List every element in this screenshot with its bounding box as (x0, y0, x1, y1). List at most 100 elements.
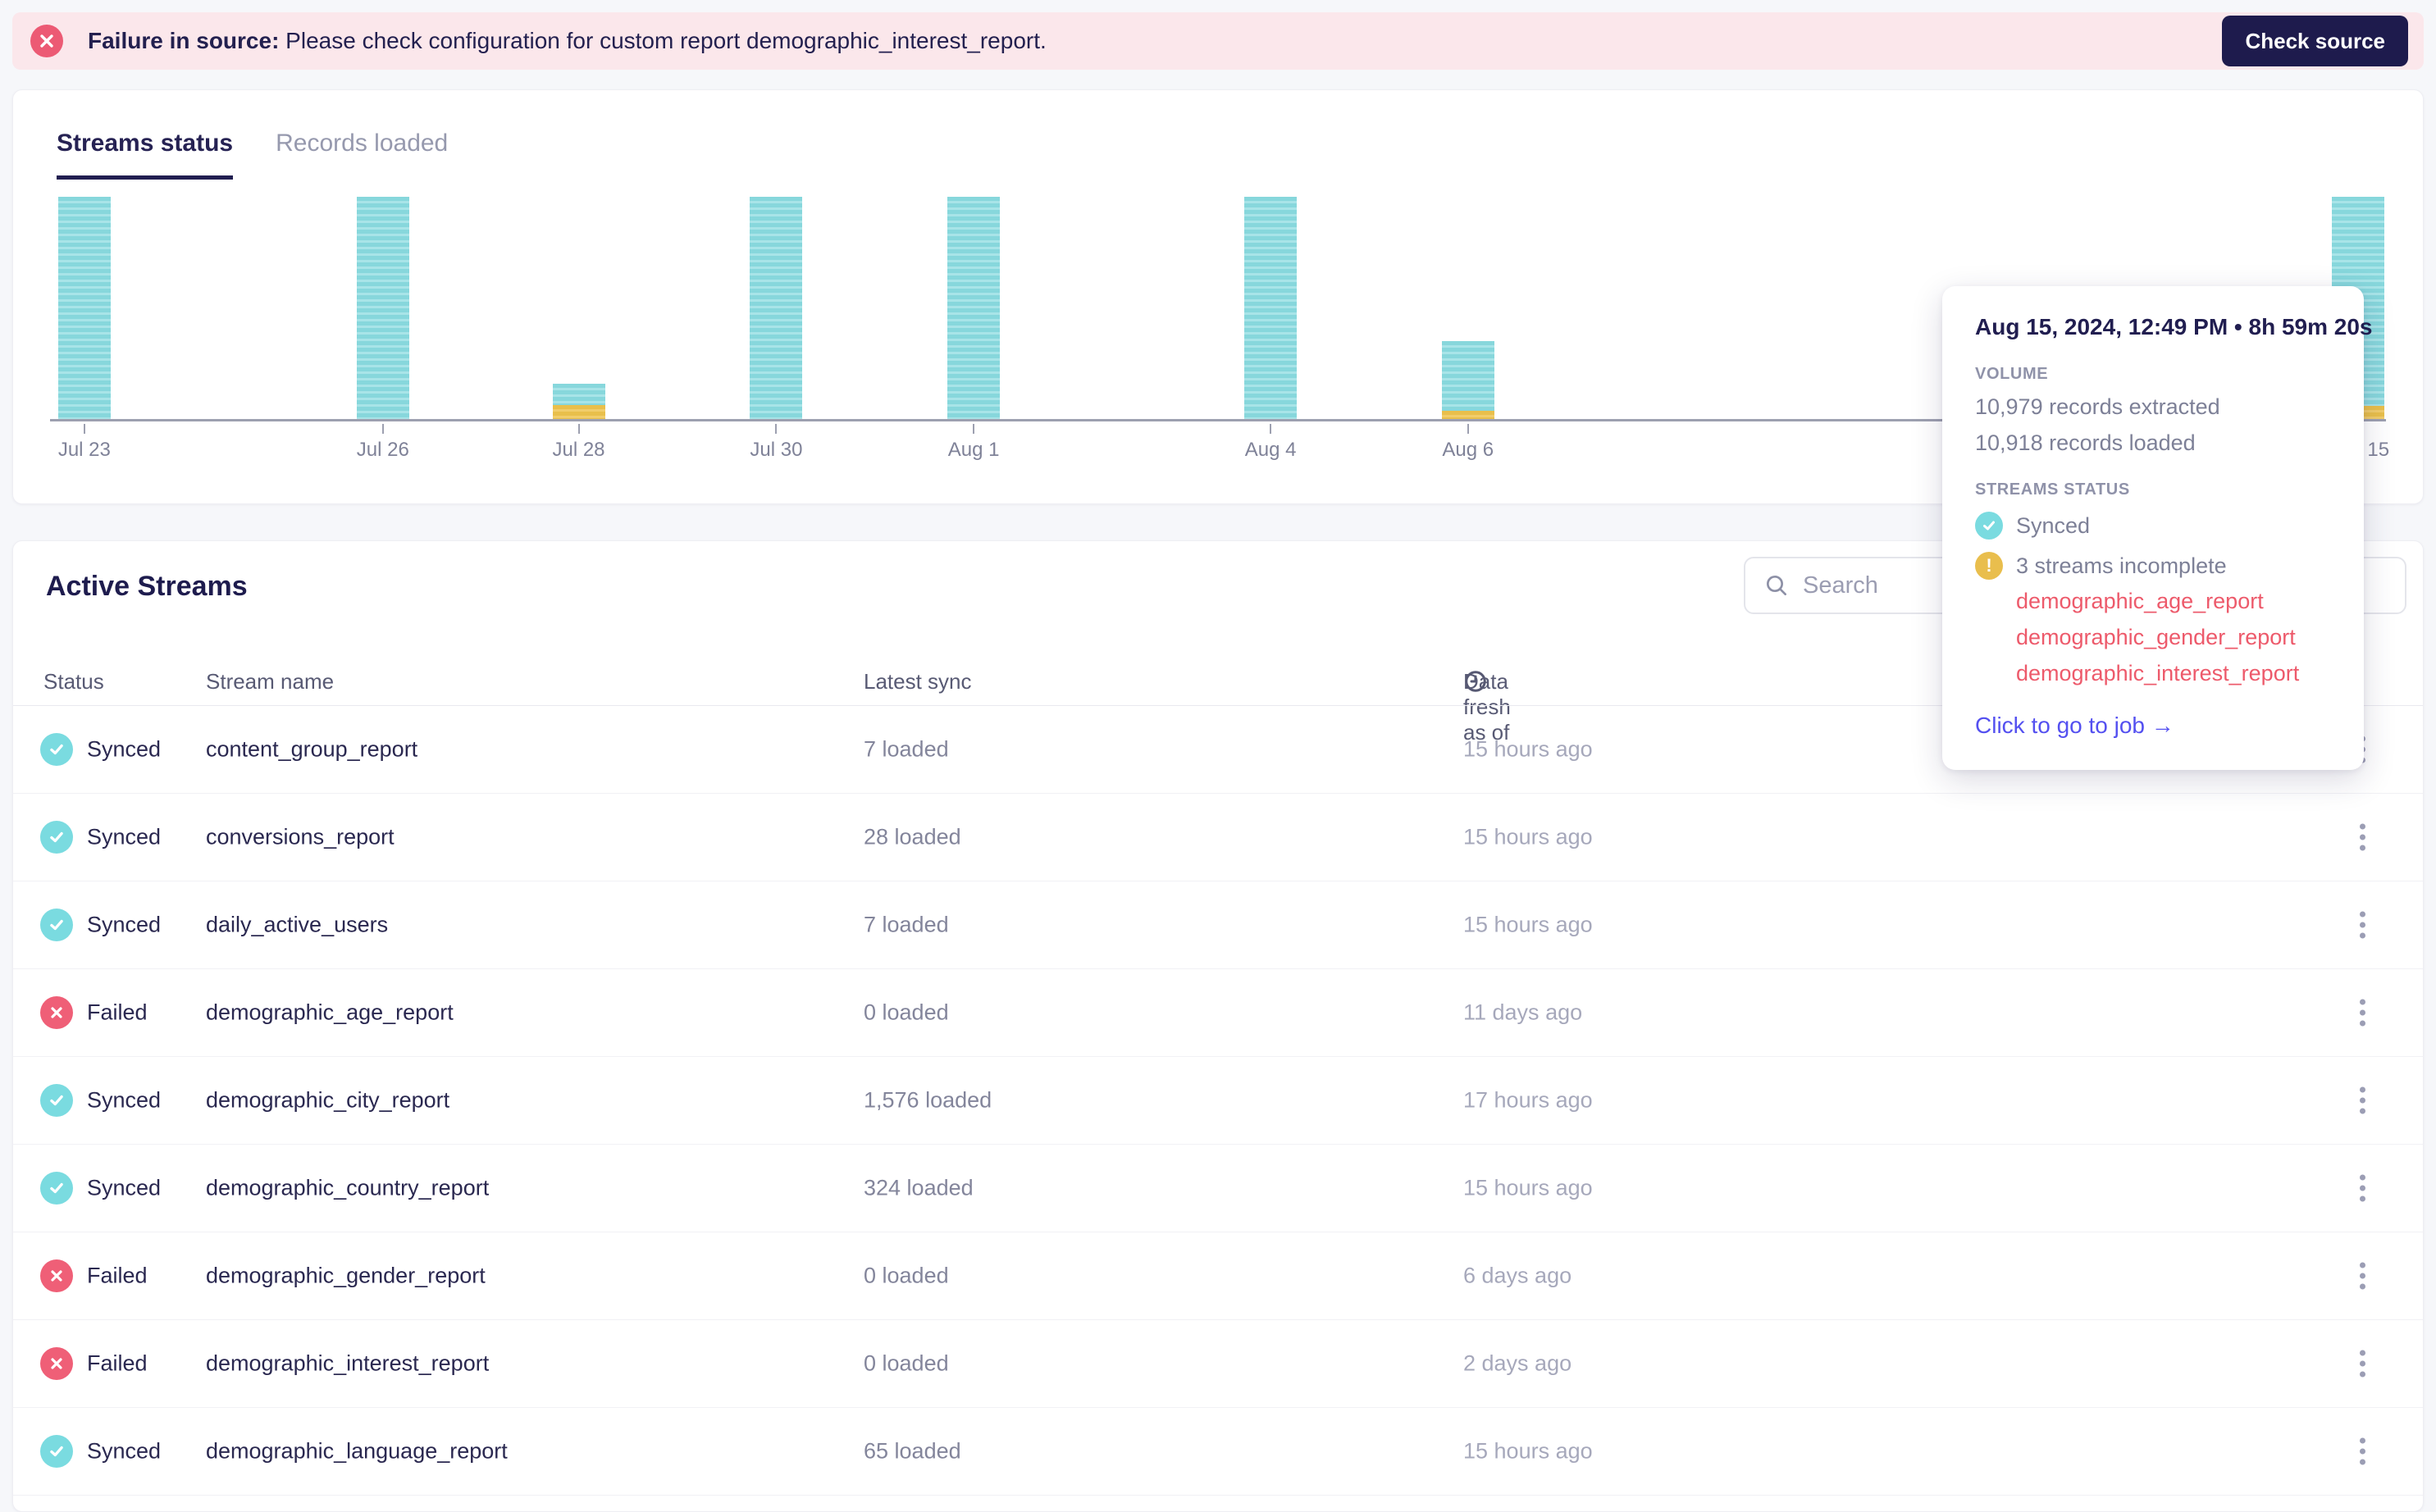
table-row: Synced demographic_country_report 324 load… (13, 1145, 2423, 1232)
status-label: Synced (87, 824, 162, 849)
warning-exclamation-icon: ! (1975, 552, 2003, 580)
stream-name: demographic_gender_report (206, 1263, 486, 1288)
status-label: Synced (87, 912, 162, 937)
x-axis-tick (83, 424, 85, 434)
stream-name: demographic_interest_report (206, 1350, 490, 1376)
x-axis-label: Jul 30 (750, 439, 803, 461)
data-fresh-value: 15 hours ago (1463, 824, 1593, 849)
data-fresh-value: 15 hours ago (1463, 1438, 1593, 1464)
column-header-latest-sync: Latest sync (864, 669, 972, 694)
x-axis-label: Jul 28 (552, 439, 605, 461)
column-header-stream-name: Stream name (206, 669, 335, 694)
stream-name: demographic_age_report (206, 1000, 454, 1025)
row-actions-menu[interactable] (2355, 1258, 2370, 1295)
stream-name: content_group_report (206, 736, 418, 762)
error-banner: Failure in source: Please check configur… (12, 12, 2424, 70)
sync-tooltip: Aug 15, 2024, 12:49 PM • 8h 59m 20s VOLU… (1942, 286, 2373, 770)
table-row: Synced demographic_language_report 65 load… (13, 1408, 2423, 1496)
error-banner-message-rest: Please check configuration for custom re… (279, 28, 1047, 53)
status-label: Failed (87, 1350, 148, 1376)
data-fresh-value: 15 hours ago (1463, 912, 1593, 937)
tab-streams-status[interactable]: Streams status (57, 130, 234, 180)
table-row: Synced conversions_report 28 loaded 15 hour… (13, 794, 2423, 881)
data-fresh-value: 15 hours ago (1463, 1175, 1593, 1200)
stream-name: daily_active_users (206, 912, 389, 937)
incomplete-stream-link[interactable]: demographic_gender_report (2016, 619, 2334, 655)
synced-check-icon (40, 1172, 73, 1205)
row-actions-menu[interactable] (2355, 1346, 2370, 1382)
tooltip-incomplete-label: 3 streams incomplete (2016, 553, 2227, 578)
row-actions-menu[interactable] (2355, 1170, 2370, 1207)
latest-sync-value: 0 loaded (864, 1350, 949, 1376)
x-axis-label: Aug 1 (947, 439, 1000, 461)
table-row: Failed demographic_gender_report 0 loaded 6… (13, 1232, 2423, 1320)
tooltip-synced-row: Synced (1975, 512, 2334, 540)
failed-x-icon (40, 996, 73, 1029)
x-axis-tick (775, 424, 778, 434)
column-header-data-fresh: Data fresh as of (1463, 669, 1511, 745)
tooltip-records-loaded: 10,918 records loaded (1975, 430, 2196, 455)
row-actions-menu[interactable] (2355, 819, 2370, 856)
streams-table-body: Synced content_group_report 7 loaded 15 hou… (13, 706, 2423, 1496)
tooltip-incomplete-row: ! 3 streams incomplete (1975, 552, 2334, 580)
error-circle-x-icon (30, 25, 63, 57)
latest-sync-value: 65 loaded (864, 1438, 961, 1464)
synced-check-icon (40, 909, 73, 941)
x-axis-label: Jul 26 (356, 439, 409, 461)
error-banner-message: Failure in source: Please check configur… (88, 28, 1047, 54)
tooltip-synced-label: Synced (2016, 512, 2091, 538)
latest-sync-value: 0 loaded (864, 1263, 949, 1288)
latest-sync-value: 7 loaded (864, 912, 949, 937)
x-axis-tick (1270, 424, 1272, 434)
x-axis-label: Jul 23 (57, 439, 111, 461)
x-axis-tick (577, 424, 580, 434)
incomplete-streams-list: demographic_age_report demographic_gender… (2016, 583, 2334, 691)
table-row: Failed demographic_interest_report 0 loade… (13, 1320, 2423, 1408)
incomplete-stream-link[interactable]: demographic_interest_report (2016, 655, 2334, 691)
data-fresh-value: 15 hours ago (1463, 736, 1593, 762)
data-fresh-value: 2 days ago (1463, 1350, 1572, 1376)
tooltip-title: Aug 15, 2024, 12:49 PM • 8h 59m 20s (1975, 314, 2373, 339)
row-actions-menu[interactable] (2355, 907, 2370, 944)
x-axis-label: Aug 6 (1442, 439, 1494, 461)
stream-name: demographic_city_report (206, 1087, 450, 1113)
status-label: Failed (87, 1263, 148, 1288)
x-axis-tick (381, 424, 384, 434)
row-actions-menu[interactable] (2355, 1433, 2370, 1470)
status-label: Synced (87, 736, 162, 762)
failed-x-icon (40, 1259, 73, 1292)
active-streams-title: Active Streams (46, 571, 248, 602)
column-header-status: Status (43, 669, 104, 694)
x-axis-tick (973, 424, 975, 434)
synced-check-icon (1975, 512, 2003, 540)
synced-check-icon (40, 821, 73, 854)
stream-name: demographic_country_report (206, 1175, 490, 1200)
latest-sync-value: 324 loaded (864, 1175, 974, 1200)
go-to-job-link[interactable]: Click to go to job → (1975, 713, 2174, 739)
status-label: Synced (87, 1087, 162, 1113)
row-actions-menu[interactable] (2355, 1082, 2370, 1119)
incomplete-stream-link[interactable]: demographic_age_report (2016, 583, 2334, 619)
data-fresh-value: 6 days ago (1463, 1263, 1572, 1288)
latest-sync-value: 1,576 loaded (864, 1087, 992, 1113)
row-actions-menu[interactable] (2355, 995, 2370, 1032)
chart-tabs: Streams status Records loaded (57, 130, 448, 180)
tooltip-records-extracted: 10,979 records extracted (1975, 394, 2220, 419)
stream-name: conversions_report (206, 824, 395, 849)
x-axis-tick (1467, 424, 1469, 434)
stream-name: demographic_language_report (206, 1438, 508, 1464)
tab-records-loaded[interactable]: Records loaded (276, 130, 448, 180)
data-fresh-value: 11 days ago (1463, 1000, 1583, 1025)
check-source-button[interactable]: Check source (2222, 16, 2408, 66)
search-icon (1767, 576, 1786, 595)
table-row: Synced demographic_city_report 1,576 loade… (13, 1057, 2423, 1145)
synced-check-icon (40, 1435, 73, 1468)
synced-check-icon (40, 1084, 73, 1117)
x-axis-label: Aug 4 (1244, 439, 1297, 461)
table-row: Failed demographic_age_report 0 loaded 11 d… (13, 969, 2423, 1057)
tooltip-streams-status-label: STREAMS STATUS (1975, 480, 2130, 499)
status-label: Synced (87, 1175, 162, 1200)
latest-sync-value: 7 loaded (864, 736, 949, 762)
data-fresh-value: 17 hours ago (1463, 1087, 1593, 1113)
status-label: Synced (87, 1438, 162, 1464)
